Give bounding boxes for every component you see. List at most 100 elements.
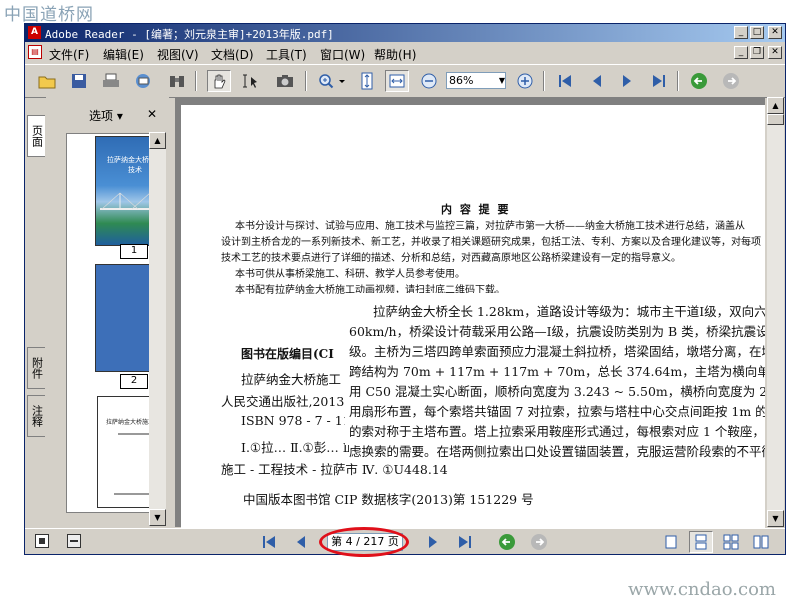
print-icon[interactable] <box>99 70 123 92</box>
watermark-bottom: www.cndao.com <box>628 579 776 600</box>
zoom-out-icon[interactable] <box>417 70 441 92</box>
window-title: Adobe Reader - [编著；刘元泉主审]+2013年版.pdf] <box>45 28 334 41</box>
save-icon[interactable] <box>67 70 91 92</box>
toolbar-separator <box>543 71 545 91</box>
overlay-line: 用 C50 混凝土实心断面，顺桥向宽度为 3.243 ~ 5.50m，横桥向宽度… <box>349 384 765 399</box>
summary-line: 本书可供从事桥梁施工、科研、教学人员参考使用。 <box>235 269 465 280</box>
title-bar[interactable]: A Adobe Reader - [编著；刘元泉主审]+2013年版.pdf] … <box>25 24 785 42</box>
go-forward-icon[interactable] <box>719 70 743 92</box>
hand-tool-icon[interactable] <box>207 70 231 92</box>
options-menu[interactable]: 选项 ▾ <box>89 107 123 124</box>
cip-line: 拉萨纳金大桥施工 <box>241 372 342 387</box>
summary-line: 设计到主桥合龙的一系列新技术、新工艺，并收录了相关课题研究成果，包括工法、专利、… <box>221 237 761 248</box>
overlay-line: 拉萨纳金大桥全长 1.28km，道路设计等级为：城市主干道Ⅰ级，双向六车道 <box>373 304 765 319</box>
go-back-icon[interactable] <box>687 70 711 92</box>
thumbnail-author-line <box>118 433 152 435</box>
menu-tools[interactable]: 工具(T) <box>266 46 307 63</box>
continuous-view-icon[interactable] <box>689 531 713 553</box>
close-button[interactable]: ✕ <box>768 26 782 39</box>
menu-edit[interactable]: 编辑(E) <box>103 46 144 63</box>
zoom-in-tool-icon[interactable] <box>315 70 349 92</box>
thumbnail-label: 1 <box>120 244 148 259</box>
cip-number: 中国版本图书馆 CIP 数据核字(2013)第 151229 号 <box>243 492 534 507</box>
continuous-facing-view-icon[interactable] <box>749 531 773 553</box>
doc-close-button[interactable]: ✕ <box>768 46 782 59</box>
first-page-icon[interactable] <box>553 70 577 92</box>
status-bar: 第 4 / 217 页 <box>25 527 785 557</box>
menu-window[interactable]: 窗口(W) <box>320 46 365 63</box>
menu-bar: ▤ 文件(F) 编辑(E) 视图(V) 文档(D) 工具(T) 窗口(W) 帮助… <box>25 42 785 63</box>
toolbar: 86% ▼ <box>25 64 785 98</box>
page-size-icon[interactable] <box>35 534 49 548</box>
cip-subjects-2: 施工 - 工程技术 - 拉萨市 Ⅳ. ①U448.14 <box>221 462 448 477</box>
maximize-button[interactable]: □ <box>750 26 764 39</box>
scroll-down-icon[interactable]: ▼ <box>767 510 784 527</box>
search-binoculars-icon[interactable] <box>165 70 189 92</box>
navigation-tabs: 页面 附件 注释 <box>25 97 46 527</box>
status-previous-page-icon[interactable] <box>289 531 313 553</box>
tab-pages[interactable]: 页面 <box>27 115 45 157</box>
scroll-down-icon[interactable]: ▼ <box>149 509 166 526</box>
scroll-up-icon[interactable]: ▲ <box>767 97 784 114</box>
last-page-icon[interactable] <box>647 70 671 92</box>
status-next-page-icon[interactable] <box>421 531 445 553</box>
status-first-page-icon[interactable] <box>257 531 281 553</box>
menu-view[interactable]: 视图(V) <box>157 46 199 63</box>
fit-height-icon[interactable] <box>355 70 379 92</box>
previous-page-icon[interactable] <box>585 70 609 92</box>
snapshot-camera-icon[interactable] <box>273 70 297 92</box>
overlay-line: 60km/h，桥梁设计荷载采用公路—Ⅰ级，抗震设防类别为 B 类，桥梁抗震设防措 <box>349 324 765 339</box>
menu-document[interactable]: 文档(D) <box>211 46 254 63</box>
scroll-up-icon[interactable]: ▲ <box>149 132 166 149</box>
summary-line: 技术工艺的技术要点进行了详细的描述、分析和总结，对西藏高原地区公路桥梁建设有一定… <box>221 253 681 264</box>
doc-minimize-button[interactable]: _ <box>734 46 748 59</box>
options-label: 选项 <box>89 109 114 123</box>
overlay-line: 的索对称于主塔布置。塔上拉索采用鞍座形式通过，每根索对应 1 个鞍座，鞍 <box>349 424 765 439</box>
single-page-view-icon[interactable] <box>659 531 683 553</box>
reader-window: A Adobe Reader - [编著；刘元泉主审]+2013年版.pdf] … <box>24 23 786 557</box>
hide-panel-icon[interactable] <box>67 534 81 548</box>
thumbnail-label: 2 <box>120 374 148 389</box>
cip-line: ISBN 978 - 7 - 114 <box>241 413 359 428</box>
document-scrollbar[interactable]: ▲ ▼ <box>767 97 784 527</box>
document-page: 内 容 提 要 本书分设计与探讨、试验与应用、施工技术与监控三篇，对拉萨市第一大… <box>181 105 765 529</box>
zoom-in-icon[interactable] <box>513 70 537 92</box>
facing-view-icon[interactable] <box>719 531 743 553</box>
summary-line: 本书分设计与探讨、试验与应用、施工技术与监控三篇，对拉萨市第一大桥——纳金大桥施… <box>235 221 745 232</box>
open-icon[interactable] <box>35 70 59 92</box>
overlapping-page-fragment: 拉萨纳金大桥全长 1.28km，道路设计等级为：城市主干道Ⅰ级，双向六车道 60… <box>345 293 765 445</box>
overlay-line: 跨结构为 70m + 117m + 117m + 70m，总长 374.64m，… <box>349 364 765 379</box>
document-icon[interactable]: ▤ <box>28 45 42 59</box>
tab-attachments[interactable]: 附件 <box>27 347 45 389</box>
cip-line: 人民交通出版社,2013. <box>221 394 349 409</box>
watermark-top: 中国道桥网 <box>4 5 94 25</box>
status-go-forward-icon[interactable] <box>527 531 551 553</box>
close-panel-icon[interactable]: ✕ <box>147 107 157 121</box>
status-go-back-icon[interactable] <box>495 531 519 553</box>
overlay-line: 用扇形布置，每个索塔共锚固 7 对拉索，拉索与塔柱中心交点间距按 1m 的等距 <box>349 404 765 419</box>
pages-panel-header: 选项 ▾ ✕ <box>46 97 169 133</box>
menu-help[interactable]: 帮助(H) <box>374 46 416 63</box>
toolbar-separator <box>305 71 307 91</box>
adobe-icon: A <box>28 26 41 39</box>
email-icon[interactable] <box>131 70 155 92</box>
overlay-line: 级。主桥为三塔四跨单索面预应力混凝土斜拉桥，塔梁固结，墩塔分离，在墩顶设 <box>349 344 765 359</box>
document-view[interactable]: 内 容 提 要 本书分设计与探讨、试验与应用、施工技术与监控三篇，对拉萨市第一大… <box>175 97 765 529</box>
overlay-line: 虑换索的需要。在塔两侧拉索出口处设置锚固装置，克服运营阶段索的不平衡拉 <box>349 441 765 460</box>
zoom-dropdown-icon[interactable]: ▼ <box>496 73 508 88</box>
status-last-page-icon[interactable] <box>453 531 477 553</box>
menu-file[interactable]: 文件(F) <box>49 46 89 63</box>
fit-width-icon[interactable] <box>385 70 409 92</box>
doc-restore-button[interactable]: ❐ <box>750 46 764 59</box>
next-page-icon[interactable] <box>615 70 639 92</box>
page-number-highlight-circle <box>319 527 409 557</box>
minimize-button[interactable]: _ <box>734 26 748 39</box>
page-heading: 内 容 提 要 <box>441 203 511 216</box>
thumbnail-scrollbar[interactable]: ▲ ▼ <box>149 132 166 526</box>
select-text-icon[interactable] <box>239 70 263 92</box>
tab-comments[interactable]: 注释 <box>27 395 45 437</box>
toolbar-separator <box>195 71 197 91</box>
cip-heading: 图书在版编目(CI <box>241 347 334 361</box>
toolbar-separator <box>677 71 679 91</box>
scroll-thumb[interactable] <box>767 114 784 125</box>
